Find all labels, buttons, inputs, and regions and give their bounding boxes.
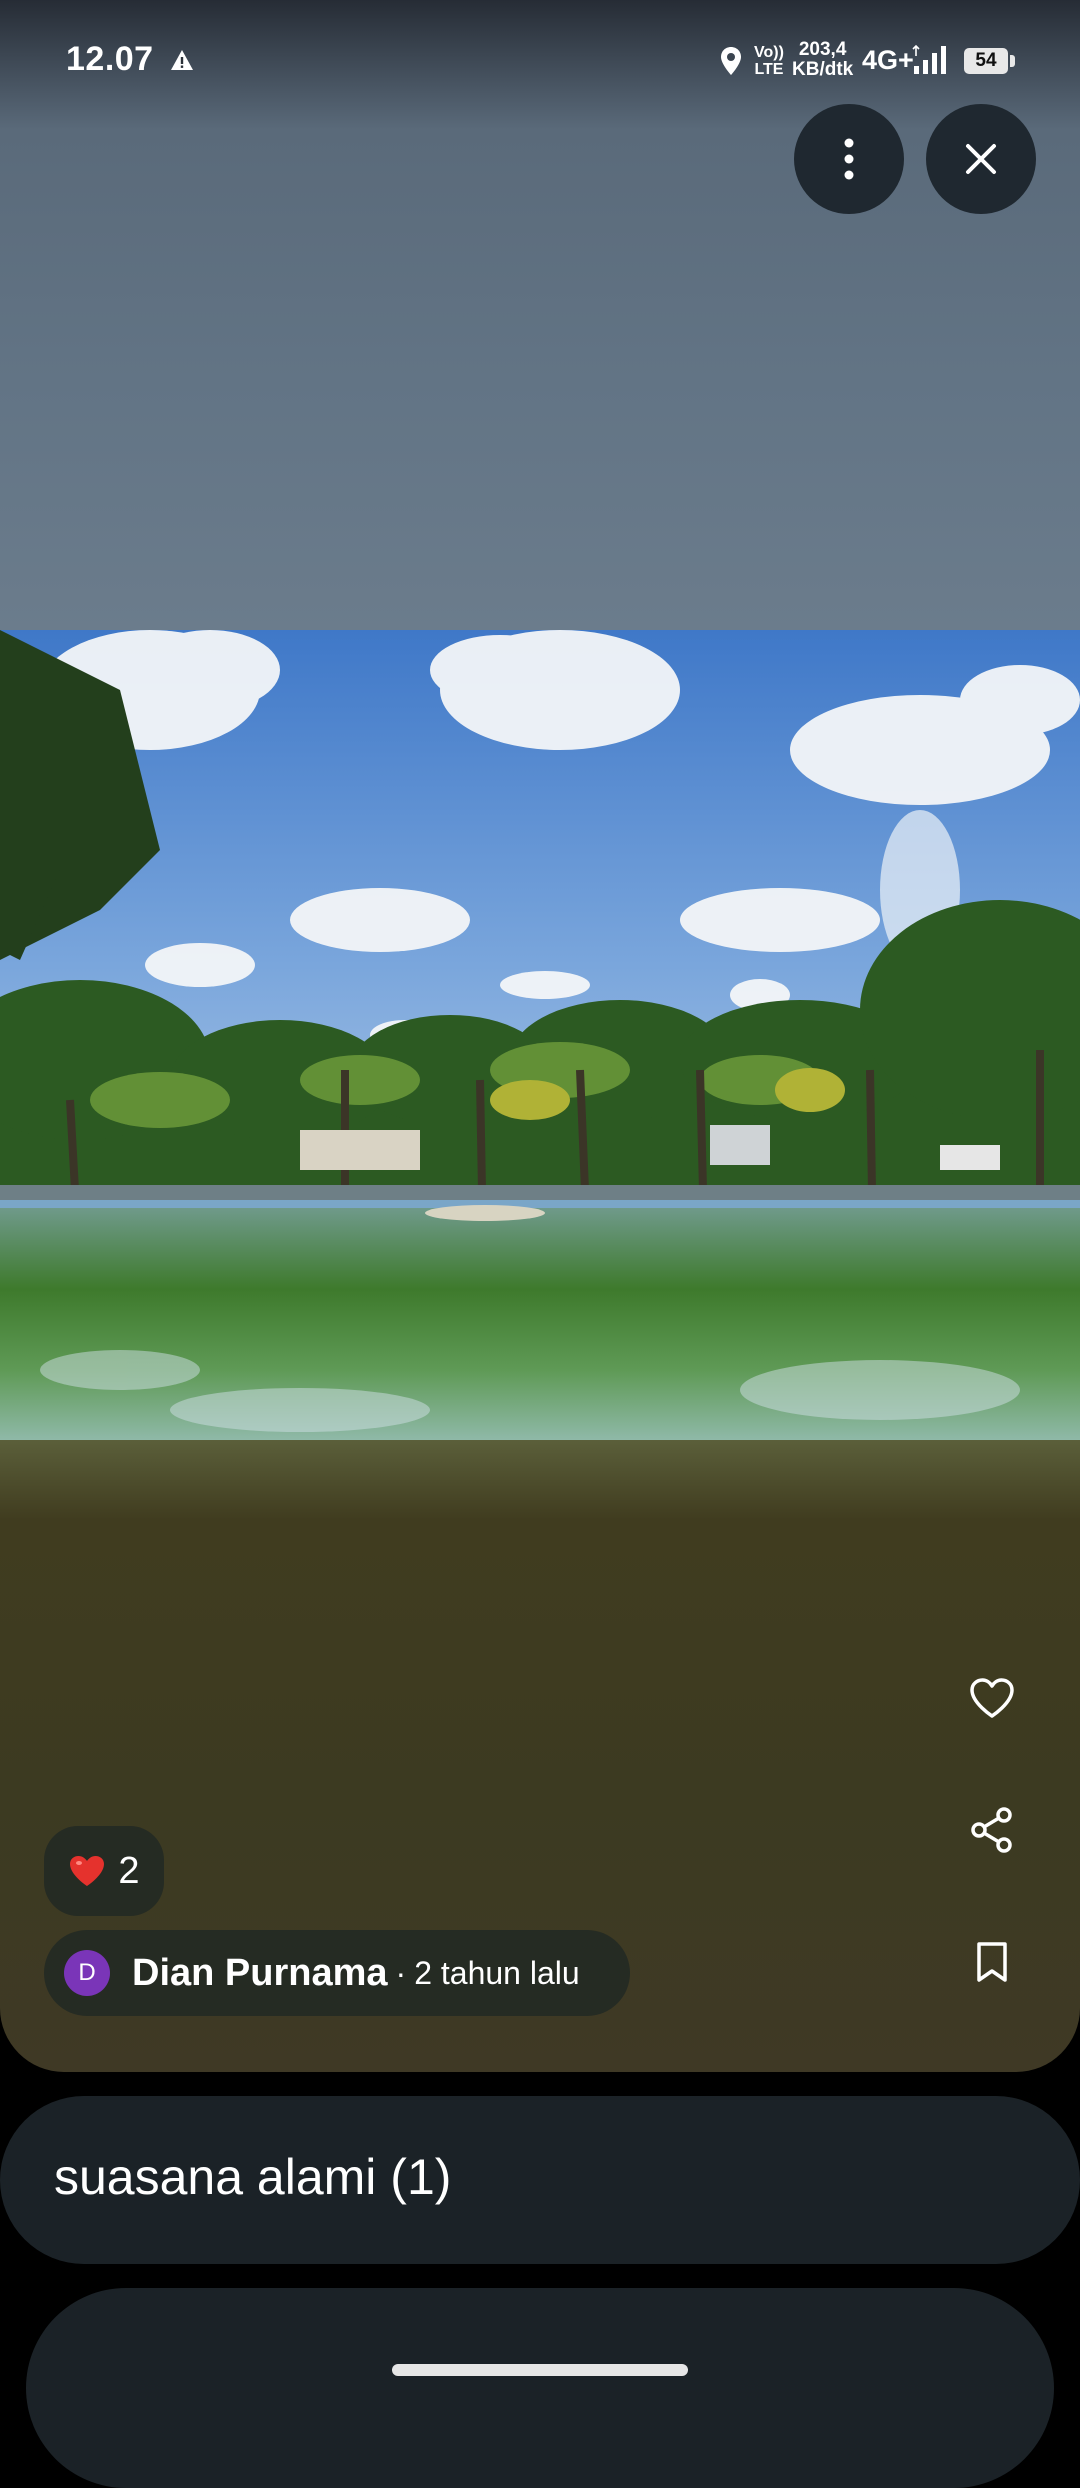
status-bar: 12.07 Vo)) LTE 203,4 KB/dtk 4G+ 54	[0, 0, 1080, 120]
close-button[interactable]	[926, 104, 1036, 214]
speed-unit: KB/dtk	[792, 59, 854, 80]
next-card[interactable]	[26, 2288, 1054, 2488]
location-icon	[721, 47, 741, 75]
lte-label: LTE	[754, 61, 784, 78]
battery-tip	[1010, 55, 1015, 67]
volte-indicator: Vo)) LTE	[754, 44, 784, 78]
battery-icon: 54	[964, 48, 1008, 74]
author-separator: ·	[395, 1954, 407, 1991]
post-time: 2 tahun lalu	[414, 1954, 580, 1991]
speed-value: 203,4	[798, 39, 847, 60]
volte-label: Vo))	[754, 44, 784, 61]
share-button[interactable]	[962, 1800, 1022, 1860]
home-indicator[interactable]	[392, 2364, 688, 2376]
reaction-chip[interactable]: 2	[44, 1826, 164, 1916]
network-type: 4G+	[862, 45, 914, 75]
album-card[interactable]: suasana alami (1)	[0, 2096, 1080, 2264]
network-speed: 203,4 KB/dtk	[792, 40, 853, 80]
album-title: suasana alami (1)	[54, 2149, 452, 2205]
more-vert-icon	[844, 138, 854, 180]
close-icon	[966, 144, 996, 174]
signal-icon	[912, 44, 946, 74]
status-time: 12.07	[66, 40, 154, 78]
park-lake-photo[interactable]	[0, 630, 1080, 1440]
more-options-button[interactable]	[794, 104, 904, 214]
author-name: Dian Purnama	[132, 1951, 388, 1994]
heart-emoji-icon	[70, 1856, 105, 1886]
like-button[interactable]	[962, 1668, 1022, 1728]
bookmark-icon	[977, 1942, 1007, 1982]
author-chip[interactable]: D Dian Purnama · 2 tahun lalu	[44, 1930, 630, 2016]
warning-icon	[171, 50, 193, 70]
reaction-count: 2	[118, 1849, 140, 1892]
share-icon	[971, 1807, 1012, 1853]
save-button[interactable]	[962, 1932, 1022, 1992]
heart-outline-icon	[970, 1678, 1014, 1718]
avatar: D	[64, 1950, 110, 1996]
photo-viewer: 12.07 Vo)) LTE 203,4 KB/dtk 4G+ 54 2 D D…	[0, 0, 1080, 2072]
